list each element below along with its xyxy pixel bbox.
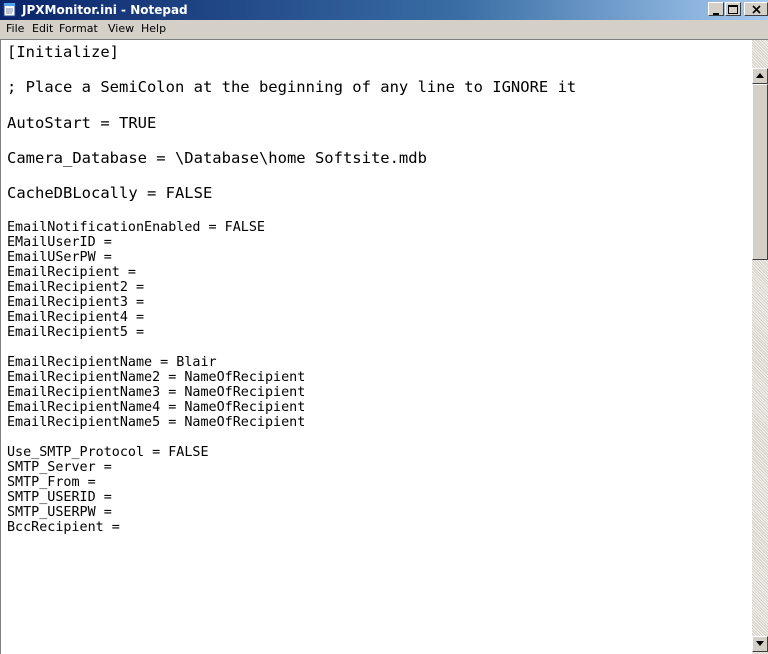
- editor-line: [Initialize]: [7, 43, 119, 61]
- editor-line: EMailUserID =: [7, 235, 112, 250]
- maximize-icon: [728, 5, 738, 14]
- title-bar[interactable]: JPXMonitor.ini - Notepad: [0, 0, 768, 20]
- close-button[interactable]: [744, 2, 768, 16]
- menu-view[interactable]: View: [106, 22, 136, 36]
- scroll-thumb[interactable]: [752, 84, 768, 260]
- minimize-button[interactable]: [708, 2, 724, 16]
- menu-bar: File Edit Format View Help: [0, 20, 768, 39]
- editor-line: EmailRecipientName3 = NameOfRecipient: [7, 385, 306, 400]
- editor-line: SMTP_USERPW =: [7, 505, 112, 520]
- editor-line: EmailUSerPW =: [7, 250, 112, 265]
- editor-line: SMTP_From =: [7, 475, 96, 490]
- menu-file[interactable]: File: [4, 22, 26, 36]
- scroll-up-button[interactable]: [752, 68, 768, 84]
- minimize-icon: [713, 13, 719, 15]
- editor-line: SMTP_Server =: [7, 460, 112, 475]
- editor-line: EmailRecipient2 =: [7, 280, 145, 295]
- editor-content[interactable]: [Initialize] ; Place a SemiColon at the …: [5, 41, 747, 653]
- editor-line: EmailRecipientName2 = NameOfRecipient: [7, 370, 306, 385]
- editor-line: EmailRecipient =: [7, 265, 136, 280]
- notepad-icon[interactable]: [3, 2, 17, 17]
- editor-line: AutoStart = TRUE: [7, 114, 157, 132]
- editor-line: SMTP_USERID =: [7, 490, 112, 505]
- editor-line: EmailRecipientName4 = NameOfRecipient: [7, 400, 306, 415]
- menu-help[interactable]: Help: [139, 22, 168, 36]
- close-icon: [752, 5, 761, 14]
- editor-line: CacheDBLocally = FALSE: [7, 184, 213, 202]
- editor-line: Use_SMTP_Protocol = FALSE: [7, 445, 209, 460]
- editor-line: EmailRecipient3 =: [7, 295, 145, 310]
- text-editor[interactable]: [Initialize] ; Place a SemiColon at the …: [0, 39, 768, 654]
- arrow-down-icon: [756, 641, 764, 646]
- editor-line: EmailRecipientName5 = NameOfRecipient: [7, 415, 306, 430]
- scroll-down-button[interactable]: [752, 636, 768, 652]
- editor-line: EmailNotificationEnabled = FALSE: [7, 220, 265, 235]
- editor-line: ; Place a SemiColon at the beginning of …: [7, 78, 577, 96]
- vertical-scrollbar[interactable]: [752, 40, 768, 654]
- editor-line: EmailRecipient4 =: [7, 310, 145, 325]
- editor-line: EmailRecipient5 =: [7, 325, 145, 340]
- editor-line: BccRecipient =: [7, 520, 120, 535]
- notepad-window: JPXMonitor.ini - Notepad File Edit Forma…: [0, 0, 768, 654]
- window-title: JPXMonitor.ini - Notepad: [22, 3, 188, 17]
- menu-format[interactable]: Format: [57, 22, 100, 36]
- editor-line: EmailRecipientName = Blair: [7, 355, 217, 370]
- maximize-button[interactable]: [725, 2, 741, 16]
- menu-edit[interactable]: Edit: [30, 22, 55, 36]
- arrow-up-icon: [756, 73, 764, 78]
- editor-line: Camera_Database = \Database\home Softsit…: [7, 149, 427, 167]
